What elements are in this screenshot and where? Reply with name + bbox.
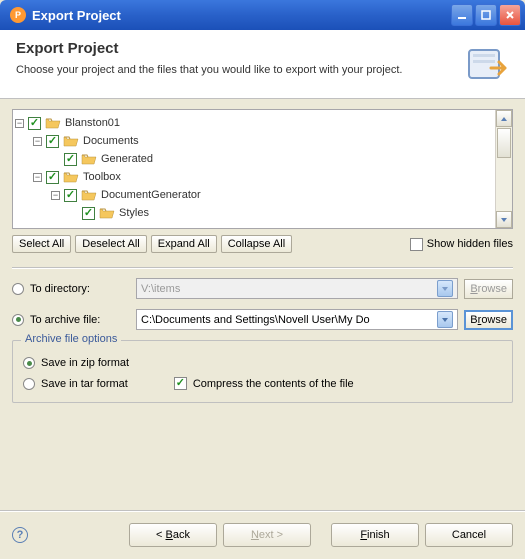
folder-icon <box>99 206 115 220</box>
zip-format-radio[interactable] <box>23 357 35 369</box>
scroll-down-icon[interactable] <box>496 211 512 228</box>
project-tree: − Blanston01 − Documents Generated − Toolbox − D… <box>12 109 513 229</box>
tree-item[interactable]: Generated <box>15 150 493 168</box>
tree-expander-icon[interactable]: − <box>33 137 42 146</box>
title-bar: P Export Project <box>0 0 525 30</box>
deselect-all-button[interactable]: Deselect All <box>75 235 146 253</box>
folder-icon <box>63 170 79 184</box>
tree-label: Generated <box>101 153 153 165</box>
show-hidden-label: Show hidden files <box>427 238 513 250</box>
show-hidden-checkbox[interactable] <box>410 238 423 251</box>
tree-checkbox[interactable] <box>64 189 77 202</box>
tree-item[interactable]: Styles <box>15 204 493 222</box>
tree-expander-icon[interactable]: − <box>33 173 42 182</box>
tree-label: Blanston01 <box>65 117 120 129</box>
maximize-button[interactable] <box>475 4 497 26</box>
folder-icon <box>81 152 97 166</box>
tree-checkbox[interactable] <box>46 171 59 184</box>
cancel-button[interactable]: Cancel <box>425 523 513 547</box>
wizard-header: Export Project Choose your project and t… <box>0 30 525 99</box>
chevron-down-icon[interactable] <box>437 311 453 328</box>
chevron-down-icon[interactable] <box>437 280 453 297</box>
tree-checkbox[interactable] <box>46 135 59 148</box>
wizard-button-bar: ? < BBackack Next > Finish Cancel <box>0 510 525 559</box>
tree-checkbox[interactable] <box>82 207 95 220</box>
scrollbar[interactable] <box>495 110 512 228</box>
help-icon[interactable]: ? <box>12 527 28 543</box>
tree-item[interactable]: − DocumentGenerator <box>15 186 493 204</box>
tree-checkbox[interactable] <box>64 153 77 166</box>
page-description: Choose your project and the files that y… <box>16 63 449 78</box>
back-button[interactable]: < BBackack <box>129 523 217 547</box>
compress-checkbox[interactable] <box>174 377 187 390</box>
window-title: Export Project <box>32 8 451 23</box>
finish-button[interactable]: Finish <box>331 523 419 547</box>
scroll-up-icon[interactable] <box>496 110 512 127</box>
export-icon <box>461 40 509 88</box>
to-directory-label: To directory: <box>30 283 130 295</box>
directory-browse-button[interactable]: Browse <box>464 279 513 299</box>
minimize-button[interactable] <box>451 4 473 26</box>
tree-item[interactable]: − Blanston01 <box>15 114 493 132</box>
archive-combo[interactable]: C:\Documents and Settings\Novell User\My… <box>136 309 458 330</box>
archive-options-group: Archive file options Save in zip format … <box>12 340 513 403</box>
to-directory-radio[interactable] <box>12 283 24 295</box>
tree-item[interactable]: − Toolbox <box>15 168 493 186</box>
folder-icon <box>45 116 61 130</box>
tree-label: Styles <box>119 207 149 219</box>
collapse-all-button[interactable]: Collapse All <box>221 235 292 253</box>
to-archive-label: To archive file: <box>30 314 130 326</box>
tree-checkbox[interactable] <box>28 117 41 130</box>
scroll-thumb[interactable] <box>497 128 511 158</box>
expand-all-button[interactable]: Expand All <box>151 235 217 253</box>
directory-combo[interactable]: V:\items <box>136 278 458 299</box>
folder-icon <box>81 188 97 202</box>
page-title: Export Project <box>16 40 449 57</box>
close-button[interactable] <box>499 4 521 26</box>
tar-format-label: Save in tar format <box>41 378 128 390</box>
archive-browse-button[interactable]: Browse <box>464 310 513 330</box>
tree-label: Toolbox <box>83 171 121 183</box>
tree-item[interactable]: − Documents <box>15 132 493 150</box>
tree-expander-icon[interactable]: − <box>15 119 24 128</box>
zip-format-label: Save in zip format <box>41 357 129 369</box>
compress-label: Compress the contents of the file <box>193 378 354 390</box>
app-icon: P <box>10 7 26 23</box>
tar-format-radio[interactable] <box>23 378 35 390</box>
tree-label: Documents <box>83 135 139 147</box>
archive-options-legend: Archive file options <box>21 333 121 345</box>
tree-label: DocumentGenerator <box>101 189 201 201</box>
to-archive-radio[interactable] <box>12 314 24 326</box>
next-button[interactable]: Next > <box>223 523 311 547</box>
tree-expander-icon[interactable]: − <box>51 191 60 200</box>
select-all-button[interactable]: Select All <box>12 235 71 253</box>
folder-icon <box>63 134 79 148</box>
